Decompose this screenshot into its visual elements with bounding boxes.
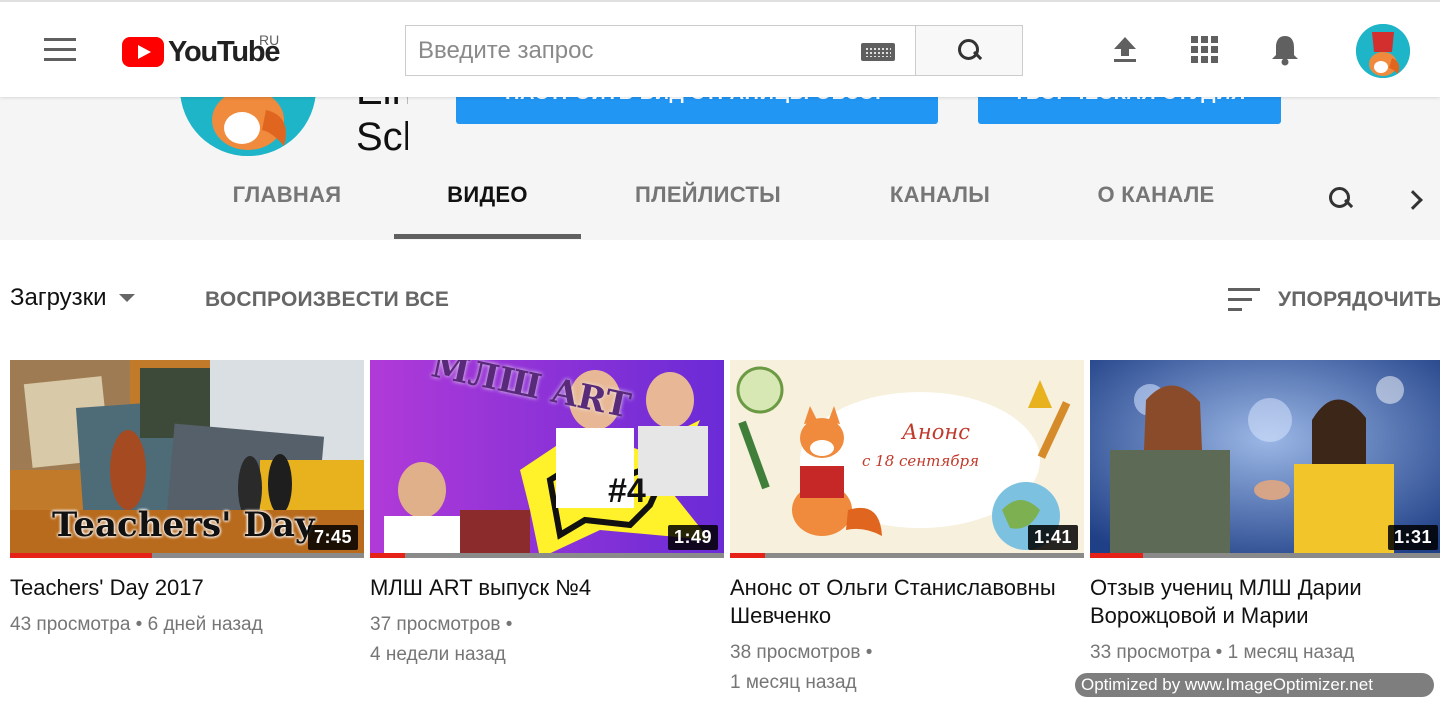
upload-age: 1 месяц назад [730,672,857,693]
view-count: 33 просмотра [1090,642,1211,663]
video-filter-row: Загрузки ВОСПРОИЗВЕСТИ ВСЕ УПОРЯДОЧИТЬ [0,280,1440,320]
video-card[interactable]: Teachers' Day 7:45 Teachers' Day 2017 43… [10,360,364,640]
active-tab-indicator [394,234,581,239]
tab-home[interactable]: ГЛАВНАЯ [214,182,360,240]
sort-button[interactable]: УПОРЯДОЧИТЬ [1278,288,1440,312]
video-meta: 37 просмотров • 4 недели назад [370,614,513,665]
tab-channels[interactable]: КАНАЛЫ [872,182,1008,240]
search-input[interactable] [406,26,846,75]
video-thumbnail[interactable]: Teachers' Day 7:45 [10,360,364,558]
video-title[interactable]: МЛШ ART выпуск №4 [370,574,724,602]
caret-down-icon [118,294,135,302]
upload-icon[interactable] [1107,32,1143,68]
video-thumbnail[interactable]: Анонс с 18 сентября 1:41 [730,360,1084,558]
watermark-label: Optimized by www.ImageOptimizer.net [1075,673,1434,697]
watch-progress [370,553,724,558]
video-meta: 33 просмотра • 1 месяц назад [1090,642,1355,663]
video-thumbnail[interactable]: МЛШ ART #4 1:49 [370,360,724,558]
region-label: RU [259,32,280,48]
video-meta: 43 просмотра • 6 дней назад [10,614,263,635]
tab-about[interactable]: О КАНАЛЕ [1080,182,1232,240]
thumbnail-badge: #4 [608,472,646,510]
search-icon [958,39,980,61]
video-title[interactable]: Анонс от Ольги Станиславовны Шевченко [730,574,1084,630]
search-bar [405,25,1023,76]
search-box [405,25,915,76]
apps-icon[interactable] [1187,32,1223,68]
video-card[interactable]: 1:31 Отзыв учениц МЛШ Дарии Ворожцовой и… [1090,360,1440,668]
tab-videos[interactable]: ВИДЕО [394,182,581,240]
video-thumbnail[interactable]: 1:31 [1090,360,1440,558]
thumbnail-caption: Teachers' Day [52,505,315,545]
upload-age: 4 недели назад [370,644,506,665]
watch-progress [730,553,1084,558]
menu-icon[interactable] [44,38,76,62]
view-count: 43 просмотра [10,614,131,635]
bell-icon[interactable] [1267,32,1303,68]
uploads-dropdown[interactable]: Загрузки [10,284,135,312]
chevron-right-icon[interactable] [1402,186,1426,214]
video-duration: 1:41 [1027,525,1078,550]
video-duration: 1:31 [1387,525,1438,550]
video-title[interactable]: Отзыв учениц МЛШ Дарии Ворожцовой и Мари… [1090,574,1440,630]
view-count: 38 просмотров [730,642,861,663]
sort-icon[interactable] [1228,288,1260,312]
user-avatar[interactable] [1356,24,1410,78]
masthead: YouTube RU [0,0,1440,97]
thumbnail-subcaption: с 18 сентября [862,452,980,470]
video-title[interactable]: Teachers' Day 2017 [10,574,364,602]
youtube-logo[interactable]: YouTube [122,32,281,72]
video-duration: 7:45 [307,525,358,550]
keyboard-icon[interactable] [861,43,895,61]
watch-progress [1090,553,1440,558]
view-count: 37 просмотров [370,614,501,635]
play-all-button[interactable]: ВОСПРОИЗВЕСТИ ВСЕ [205,288,449,312]
video-duration: 1:49 [667,525,718,550]
upload-age: 6 дней назад [147,614,263,635]
search-button[interactable] [915,25,1023,76]
video-card[interactable]: МЛШ ART #4 1:49 МЛШ ART выпуск №4 37 про… [370,360,724,670]
thumbnail-caption: Анонс [902,420,970,444]
video-meta: 38 просмотров • 1 месяц назад [730,642,873,693]
play-logo-icon [122,37,164,67]
video-card[interactable]: Анонс с 18 сентября 1:41 Анонс от Ольги … [730,360,1084,698]
watch-progress [10,553,364,558]
tab-playlists[interactable]: ПЛЕЙЛИСТЫ [618,182,798,240]
uploads-dropdown-label: Загрузки [10,284,107,311]
upload-age: 1 месяц назад [1227,642,1355,663]
channel-search-icon[interactable] [1327,185,1357,215]
youtube-channel-page: Ein Sch НАСТРОИТЬ ВИД СТРАНИЦЫ ОБЗОР ТВО… [0,0,1440,703]
